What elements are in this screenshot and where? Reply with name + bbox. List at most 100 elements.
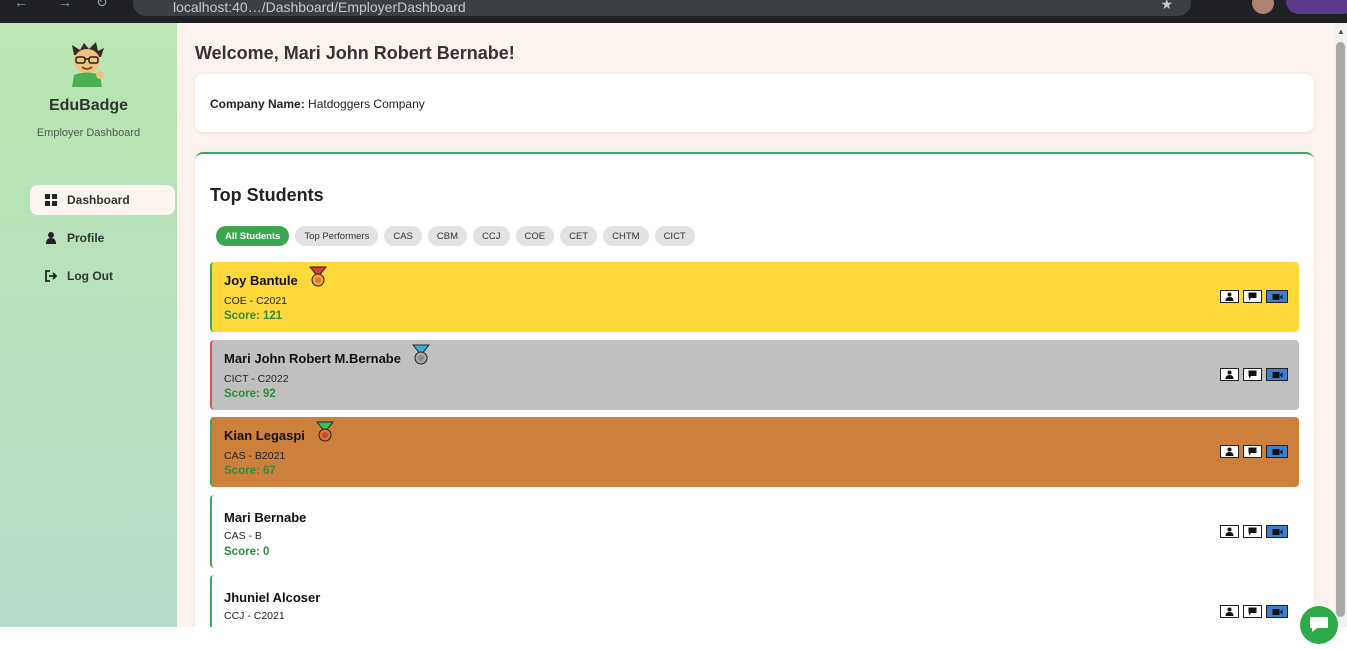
edubadge-logo-icon <box>72 42 104 87</box>
filter-chip-cbm[interactable]: CBM <box>427 226 468 246</box>
filter-chips: All Students Top Performers CAS CBM CCJ … <box>216 226 695 246</box>
welcome-heading: Welcome, Mari John Robert Bernabe! <box>195 43 515 63</box>
top-students-title: Top Students <box>210 185 324 205</box>
student-actions <box>1220 368 1288 381</box>
student-name: Jhuniel Alcoser <box>224 590 321 605</box>
student-card: Kian Legaspi CAS - B2021 Score: 67 <box>210 417 1299 487</box>
reload-icon[interactable]: ↻ <box>96 0 108 11</box>
address-bar[interactable]: localhost:40…/Dashboard/EmployerDashboar… <box>133 0 1191 16</box>
student-actions <box>1220 290 1288 303</box>
student-name: Kian Legaspi <box>224 428 305 443</box>
video-camera-icon <box>1272 371 1282 378</box>
student-actions <box>1220 445 1288 458</box>
chat-bubble-icon <box>1310 617 1328 632</box>
bronze-medal-icon <box>315 421 334 441</box>
video-call-button[interactable] <box>1266 290 1288 303</box>
student-dept: CCJ - C2021 <box>224 610 285 622</box>
filter-chip-top-performers[interactable]: Top Performers <box>295 226 379 246</box>
student-score: Score: 121 <box>224 310 283 322</box>
sidebar-item-label: Profile <box>67 231 105 245</box>
company-label: Company Name: <box>210 97 305 111</box>
student-dept: COE - C2021 <box>224 295 288 307</box>
video-camera-icon <box>1272 608 1282 615</box>
chat-icon <box>1248 607 1257 616</box>
filter-chip-ccj[interactable]: CCJ <box>473 226 510 246</box>
user-icon <box>46 232 56 244</box>
student-name: Joy Bantule <box>224 273 298 288</box>
student-card: Mari John Robert M.Bernabe CICT - C2022 … <box>210 340 1299 410</box>
user-icon <box>1225 607 1234 616</box>
sidebar-item-label: Log Out <box>67 269 113 283</box>
view-profile-button[interactable] <box>1220 445 1239 458</box>
student-name-row: Mari Bernabe <box>224 510 306 525</box>
video-camera-icon <box>1272 448 1282 455</box>
brand-subtitle: Employer Dashboard <box>36 127 141 139</box>
sidebar-item-dashboard[interactable]: Dashboard <box>30 185 175 215</box>
brand-name: EduBadge <box>48 97 129 114</box>
student-score: Score: 92 <box>224 388 276 400</box>
student-actions <box>1220 525 1288 538</box>
filter-chip-cict[interactable]: CICT <box>654 226 695 246</box>
chat-icon <box>1248 370 1257 379</box>
video-call-button[interactable] <box>1266 525 1288 538</box>
filter-chip-all-students[interactable]: All Students <box>216 226 290 246</box>
message-button[interactable] <box>1243 290 1262 303</box>
video-call-button[interactable] <box>1266 445 1288 458</box>
sidebar-item-profile[interactable]: Profile <box>30 223 175 253</box>
video-camera-icon <box>1272 293 1282 300</box>
page-scrollbar[interactable]: ▲ <box>1334 23 1347 627</box>
view-profile-button[interactable] <box>1220 368 1239 381</box>
student-card: Mari Bernabe CAS - B Score: 0 <box>210 495 1299 568</box>
message-button[interactable] <box>1243 445 1262 458</box>
student-name: Mari Bernabe <box>224 510 307 525</box>
address-url: localhost:40…/Dashboard/EmployerDashboar… <box>173 0 466 15</box>
company-card: Company Name: Hatdoggers Company <box>195 74 1314 132</box>
main-content: Welcome, Mari John Robert Bernabe! Compa… <box>177 23 1334 627</box>
back-icon[interactable]: ← <box>14 0 28 10</box>
view-profile-button[interactable] <box>1220 525 1239 538</box>
filter-chip-chtm[interactable]: CHTM <box>603 226 649 246</box>
student-name-row: Kian Legaspi <box>224 421 336 443</box>
video-call-button[interactable] <box>1266 605 1288 618</box>
student-name: Mari John Robert M.Bernabe <box>224 351 401 366</box>
company-info: Company Name: Hatdoggers Company <box>210 97 425 111</box>
top-students-card: Top Students All Students Top Performers… <box>195 152 1314 627</box>
chat-icon <box>1248 292 1257 301</box>
grid-icon <box>45 194 57 206</box>
student-name-row: Joy Bantule <box>224 266 329 288</box>
message-button[interactable] <box>1243 525 1262 538</box>
scroll-thumb[interactable] <box>1336 42 1345 617</box>
logout-icon <box>45 270 58 282</box>
video-call-button[interactable] <box>1266 368 1288 381</box>
sidebar-item-label: Dashboard <box>67 193 130 207</box>
user-icon <box>1225 292 1234 301</box>
chat-icon <box>1248 447 1257 456</box>
bookmark-star-icon[interactable]: ★ <box>1160 0 1173 13</box>
filter-chip-coe[interactable]: COE <box>515 226 555 246</box>
scroll-up-arrow-icon[interactable]: ▲ <box>1337 27 1345 36</box>
company-value: Hatdoggers Company <box>308 97 425 111</box>
student-dept: CICT - C2022 <box>224 373 289 385</box>
filter-chip-cet[interactable]: CET <box>560 226 598 246</box>
browser-extension-button[interactable] <box>1286 0 1347 14</box>
view-profile-button[interactable] <box>1220 605 1239 618</box>
student-actions <box>1220 605 1288 618</box>
message-button[interactable] <box>1243 605 1262 618</box>
gold-medal-icon <box>308 266 327 286</box>
filter-chip-cas[interactable]: CAS <box>384 226 422 246</box>
message-button[interactable] <box>1243 368 1262 381</box>
student-name-row: Jhuniel Alcoser <box>224 590 320 605</box>
browser-toolbar: ← → ↻ localhost:40…/Dashboard/EmployerDa… <box>0 0 1347 23</box>
user-icon <box>1225 370 1234 379</box>
view-profile-button[interactable] <box>1220 290 1239 303</box>
forward-icon[interactable]: → <box>58 0 72 10</box>
student-card: Joy Bantule COE - C2021 Score: 121 <box>210 262 1299 332</box>
student-score: Score: 0 <box>224 546 270 558</box>
sidebar: EduBadge Employer Dashboard Dashboard Pr… <box>0 23 177 627</box>
sidebar-item-logout[interactable]: Log Out <box>30 261 175 291</box>
student-dept: CAS - B2021 <box>224 450 286 462</box>
browser-profile-avatar[interactable] <box>1252 0 1274 14</box>
user-icon <box>1225 447 1234 456</box>
video-camera-icon <box>1272 528 1282 535</box>
chat-fab-button[interactable] <box>1300 606 1338 644</box>
